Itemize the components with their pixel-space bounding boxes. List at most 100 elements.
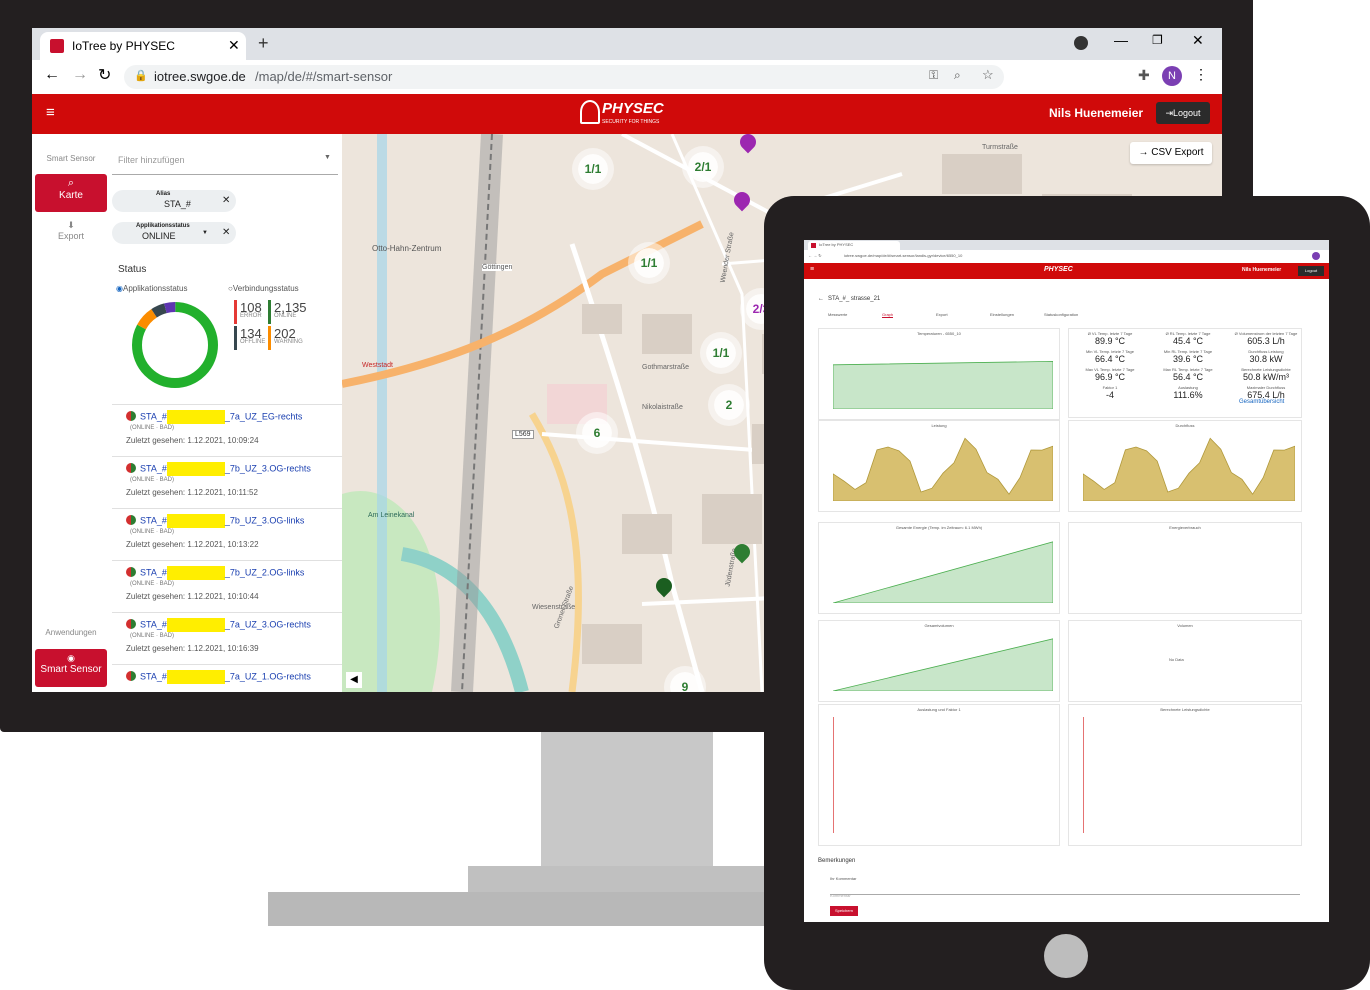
hamburger-menu-icon[interactable]: ≡ (46, 104, 55, 121)
reload-icon[interactable]: ↻ (98, 65, 111, 85)
profile-avatar[interactable]: N (1162, 66, 1182, 86)
tablet-save-button[interactable]: Speichern (830, 906, 858, 916)
tablet-chart-card: Gesamtvolumen (818, 620, 1060, 702)
filter-chip-alias[interactable]: Alias STA_# ✕ (112, 190, 236, 212)
chevron-down-icon[interactable]: ▼ (202, 230, 208, 236)
tablet-chart-card: Temperaturen - 6550_10 (818, 328, 1060, 420)
device-name-link[interactable]: STA_# _7b_UZ_3.OG-rechts (140, 462, 311, 476)
tablet-remarks-input[interactable]: Kommentar (830, 884, 1300, 898)
radio-app-status[interactable]: ◉Applikationsstatus (116, 284, 187, 293)
tablet-chart-title: Energieverbrauch (1169, 525, 1201, 530)
address-bar[interactable]: 🔒 iotree.swgoe.de /map/de/#/smart-sensor… (124, 65, 1004, 89)
count-warning: 202 WARNING (268, 326, 303, 350)
filter-placeholder: Filter hinzufügen (118, 155, 185, 165)
browser-tab[interactable]: IoTree by PHYSEC ✕ (40, 32, 246, 60)
back-icon[interactable]: ← → ↻ (808, 253, 822, 258)
device-status: (ONLINE · BAD) (130, 581, 175, 587)
tablet-tab[interactable]: Export (936, 312, 948, 317)
tablet-stat: Faktor 1 -4 (1102, 385, 1118, 400)
device-list-item[interactable]: STA_# _7b_UZ_2.OG-links (ONLINE · BAD) Zule… (112, 561, 342, 613)
tablet-brand: PHYSEC (1044, 266, 1073, 273)
tablet-address-bar[interactable]: ← → ↻ iotree.swgoe.de/map/de/#/smart-sen… (804, 250, 1329, 264)
device-name-link[interactable]: STA_# _7a_UZ_1.OG-rechts (140, 670, 311, 684)
sidebar-item-karte[interactable]: ⌕ Karte (35, 174, 107, 212)
tablet-tab[interactable]: Messwerte (828, 312, 847, 317)
bookmark-star-icon[interactable]: ☆ (982, 67, 994, 83)
device-list-item[interactable]: STA_# _7a_UZ_EG-rechts (ONLINE · BAD) Zulet… (112, 405, 342, 457)
tablet-chart-plot (833, 541, 1053, 603)
map-cluster[interactable]: 1/1 (634, 248, 664, 278)
tablet-tab[interactable]: Graph (882, 312, 894, 318)
filter-chip-title: Alias (156, 191, 171, 197)
device-name-link[interactable]: STA_# _7b_UZ_2.OG-links (140, 566, 304, 580)
logout-label: Logout (1173, 108, 1201, 118)
device-name-link[interactable]: STA_# _7a_UZ_EG-rechts (140, 410, 302, 424)
tablet-chart-title: Gesamtvolumen (924, 623, 954, 628)
tablet-chart-card: Gesamte Energie (Temp. im Zeitraum: 6.1 … (818, 522, 1060, 614)
tablet-chart-title: Berechnete Leistungsdichte (1160, 707, 1210, 712)
device-name-link[interactable]: STA_# _7a_UZ_3.OG-rechts (140, 618, 311, 632)
device-list-item[interactable]: STA_# _7a_UZ_3.OG-rechts (ONLINE · BAD) Zul… (112, 613, 342, 665)
restore-icon[interactable]: ❐ (1152, 33, 1163, 47)
tablet-stat: Durchfluss Leistung 30.8 kW (1248, 349, 1284, 364)
zoom-icon[interactable]: ⌕ (954, 68, 961, 83)
map-cluster[interactable]: 6 (582, 418, 612, 448)
filter-dropdown[interactable]: Filter hinzufügen ▼ (112, 144, 338, 175)
physec-favicon-icon (50, 39, 64, 53)
device-panel: Filter hinzufügen ▼ Alias STA_# ✕ Applik… (112, 134, 343, 692)
sidebar-item-smart-sensor[interactable]: ◉ Smart Sensor (35, 649, 107, 687)
tablet-chart-area (1083, 437, 1295, 501)
map-cluster[interactable]: 1/1 (706, 338, 736, 368)
minimize-icon[interactable]: — (1114, 32, 1128, 48)
brand-tagline: SECURITY FOR THINGS (602, 119, 660, 125)
tablet-tab[interactable]: Einstellungen (990, 312, 1014, 317)
tablet-device-title: STA_#_ strasse_21 (828, 296, 881, 302)
tablet-stat: Max RL Temp. letzte 7 Tage 56.4 °C (1163, 367, 1213, 382)
tablet-overview-link[interactable]: Gesamtübersicht (1239, 399, 1284, 405)
collapse-panel-icon[interactable]: ◀ (346, 672, 362, 688)
close-icon[interactable]: ✕ (222, 195, 230, 206)
filter-chip-value: STA_# (164, 199, 191, 209)
tablet-url: iotree.swgoe.de/map/de/#/smart-sensor/la… (844, 253, 963, 258)
device-status: (ONLINE · BAD) (130, 633, 175, 639)
hamburger-menu-icon[interactable]: ≡ (810, 266, 814, 273)
sidebar-item-export[interactable]: ⬇ Export (35, 220, 107, 241)
map-cluster[interactable]: 2 (714, 390, 744, 420)
device-list-item[interactable]: STA_# _7b_UZ_3.OG-rechts (ONLINE · BAD) Zul… (112, 457, 342, 509)
radio-conn-status[interactable]: ○Verbindungsstatus (228, 284, 299, 293)
device-status: (ONLINE · BAD) (130, 425, 175, 431)
tablet-chart-card: Leistung (818, 420, 1060, 512)
app-sidebar: Smart Sensor ⌕ Karte ⬇ Export Anwendunge… (32, 134, 113, 692)
device-name-link[interactable]: STA_# _7b_UZ_3.OG-links (140, 514, 304, 528)
back-arrow-icon[interactable]: ← (818, 296, 824, 302)
device-list-item[interactable]: STA_# _7b_UZ_3.OG-links (ONLINE · BAD) Zule… (112, 509, 342, 561)
close-icon[interactable]: ✕ (222, 227, 230, 238)
map-search-icon: ⌕ (67, 177, 75, 189)
status-dot-icon (126, 567, 136, 577)
tablet-logout-button[interactable]: Logout (1298, 266, 1324, 276)
device-list-item[interactable]: STA_# _7a_UZ_1.OG-rechts (112, 665, 342, 692)
tablet-chart-area (833, 638, 1053, 691)
tablet-chart-marker (1083, 717, 1084, 833)
tablet-tab[interactable]: Statuskonfiguration (1044, 312, 1078, 317)
key-icon[interactable]: ⚿ (929, 68, 938, 83)
status-counts: 108 ERROR 2,135 ONLINE 134 OFFLINE 202 W… (234, 300, 334, 350)
filter-chip-status[interactable]: Applikationsstatus ONLINE ▼ ✕ (112, 222, 236, 244)
close-window-icon[interactable]: ✕ (1192, 32, 1204, 49)
forward-icon[interactable]: → (72, 66, 88, 84)
logout-button[interactable]: ⇥Logout (1156, 102, 1210, 124)
csv-export-button[interactable]: → CSV Export (1130, 142, 1212, 164)
new-tab-icon[interactable]: + (258, 33, 269, 54)
download-shield-icon[interactable] (1074, 36, 1088, 50)
map-cluster[interactable]: 1/1 (578, 154, 608, 184)
browser-menu-icon[interactable]: ⋮ (1194, 66, 1208, 83)
lock-icon: 🔒 (134, 70, 148, 82)
tablet-browser-tab[interactable]: IoTree by PHYSEC (808, 241, 900, 250)
map-cluster[interactable]: 2/1 (688, 152, 718, 182)
profile-avatar[interactable] (1312, 252, 1320, 260)
close-tab-icon[interactable]: ✕ (228, 37, 240, 54)
extensions-icon[interactable]: ✚ (1138, 67, 1150, 84)
user-name: Nils Huenemeier (1049, 106, 1144, 120)
back-icon[interactable]: ← (44, 66, 60, 84)
tablet-home-button[interactable] (1044, 934, 1088, 978)
